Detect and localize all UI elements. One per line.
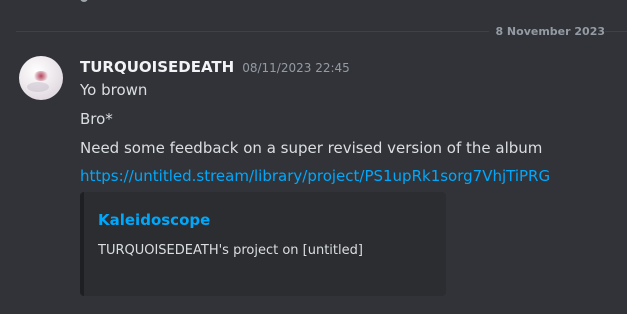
- previous-message-fragment: [80, 0, 88, 2]
- username[interactable]: TURQUOISEDEATH: [80, 56, 234, 78]
- avatar-shadow: [27, 82, 49, 92]
- avatar[interactable]: [19, 56, 63, 100]
- message: TURQUOISEDEATH 08/11/2023 22:45 Yo brown…: [80, 56, 610, 296]
- date-divider-label: 8 November 2023: [489, 24, 605, 40]
- message-link-line: https://untitled.stream/library/project/…: [80, 166, 550, 186]
- message-line: Need some feedback on a super revised ve…: [80, 139, 543, 157]
- message-header: TURQUOISEDEATH 08/11/2023 22:45: [80, 56, 610, 78]
- project-link[interactable]: https://untitled.stream/library/project/…: [80, 167, 550, 185]
- link-embed: Kaleidoscope TURQUOISEDEATH's project on…: [80, 192, 446, 296]
- chat-view: 8 November 2023 TURQUOISEDEATH 08/11/202…: [0, 0, 627, 314]
- message-line: Yo brown: [80, 81, 148, 99]
- message-timestamp[interactable]: 08/11/2023 22:45: [242, 57, 350, 79]
- avatar-eye: [33, 71, 49, 81]
- embed-description: TURQUOISEDEATH's project on [untitled]: [98, 243, 363, 258]
- embed-title-link[interactable]: Kaleidoscope: [98, 210, 210, 230]
- message-line: Bro*: [80, 110, 113, 128]
